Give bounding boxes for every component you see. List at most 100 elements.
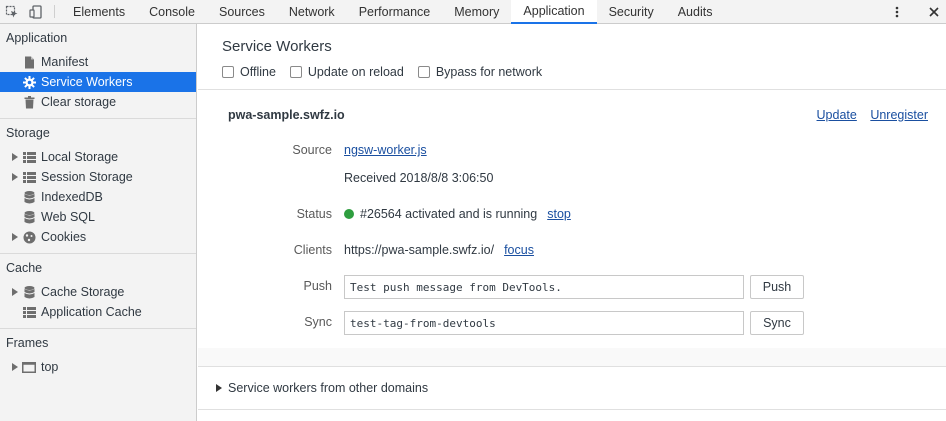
expand-arrow-icon[interactable] xyxy=(10,363,20,371)
tab-memory[interactable]: Memory xyxy=(442,0,511,23)
devtools-toolbar: Elements Console Sources Network Perform… xyxy=(0,0,946,24)
tab-elements[interactable]: Elements xyxy=(61,0,137,23)
push-message-input[interactable] xyxy=(344,275,744,299)
unregister-link[interactable]: Unregister xyxy=(870,108,928,122)
sidebar-item-label: Session Storage xyxy=(41,170,133,184)
push-button[interactable]: Push xyxy=(750,275,804,299)
sync-tag-input[interactable] xyxy=(344,311,744,335)
table-grid-icon xyxy=(22,305,36,319)
sidebar-item-manifest[interactable]: Manifest xyxy=(0,52,196,72)
tab-application[interactable]: Application xyxy=(511,0,597,24)
sidebar-section-cache: Cache Cache Storage Application Cache xyxy=(0,254,196,329)
clients-value: https://pwa-sample.swfz.io/ focus xyxy=(344,243,534,257)
sync-label: Sync xyxy=(304,315,332,329)
tab-sources[interactable]: Sources xyxy=(207,0,277,23)
sidebar-item-web-sql[interactable]: Web SQL xyxy=(0,207,196,227)
options-row: Offline Update on reload Bypass for netw… xyxy=(222,65,556,79)
sidebar-item-label: top xyxy=(41,360,59,374)
tab-performance[interactable]: Performance xyxy=(347,0,443,23)
clients-url: https://pwa-sample.swfz.io/ xyxy=(344,243,495,257)
sidebar-section-application: Application Manifest Service Workers Cle… xyxy=(0,24,196,119)
offline-label: Offline xyxy=(240,65,276,79)
status-running-indicator xyxy=(344,209,354,219)
table-grid-icon xyxy=(22,170,36,184)
sidebar-item-cookies[interactable]: Cookies xyxy=(0,227,196,247)
source-label: Source xyxy=(292,143,332,157)
inspect-element-icon[interactable] xyxy=(0,0,24,23)
focus-link[interactable]: focus xyxy=(504,243,534,257)
push-label: Push xyxy=(303,279,333,293)
sidebar-section-storage: Storage Local Storage Session Storage In… xyxy=(0,119,196,254)
update-on-reload-label: Update on reload xyxy=(307,65,404,79)
sidebar-item-application-cache[interactable]: Application Cache xyxy=(0,302,196,322)
database-icon xyxy=(22,285,36,299)
expand-arrow-icon[interactable] xyxy=(10,153,20,161)
update-on-reload-option[interactable]: Update on reload xyxy=(289,65,404,79)
section-gap xyxy=(198,348,946,366)
toolbar-divider xyxy=(54,5,55,18)
expand-arrow-icon[interactable] xyxy=(216,384,222,392)
sidebar-item-label: IndexedDB xyxy=(41,190,103,204)
table-grid-icon xyxy=(22,150,36,164)
clients-label: Clients xyxy=(293,243,332,257)
gear-icon xyxy=(22,75,36,89)
source-file-link[interactable]: ngsw-worker.js xyxy=(344,143,427,157)
trash-icon xyxy=(22,95,36,109)
close-icon[interactable] xyxy=(922,0,946,23)
tab-security[interactable]: Security xyxy=(597,0,666,23)
cookie-icon xyxy=(22,230,36,244)
tab-console[interactable]: Console xyxy=(137,0,207,23)
stop-link[interactable]: stop xyxy=(547,207,571,221)
sidebar-item-session-storage[interactable]: Session Storage xyxy=(0,167,196,187)
worker-actions: Update Unregister xyxy=(807,108,928,122)
worker-origin: pwa-sample.swfz.io xyxy=(228,108,345,122)
section-divider xyxy=(198,89,946,90)
sidebar-header-storage: Storage xyxy=(6,126,50,140)
bypass-for-network-option[interactable]: Bypass for network xyxy=(417,65,543,79)
bypass-for-network-label: Bypass for network xyxy=(435,65,543,79)
bypass-for-network-checkbox[interactable] xyxy=(417,66,430,78)
document-icon xyxy=(22,55,36,69)
page-title: Service Workers xyxy=(222,38,332,55)
offline-checkbox[interactable] xyxy=(222,66,234,78)
sidebar-item-label: Cookies xyxy=(41,230,87,244)
sidebar-item-clear-storage[interactable]: Clear storage xyxy=(0,92,196,112)
other-domains-section[interactable]: Service workers from other domains xyxy=(198,366,946,410)
sidebar-item-label: Cache Storage xyxy=(41,285,125,299)
update-on-reload-checkbox[interactable] xyxy=(289,66,302,78)
sidebar-header-frames: Frames xyxy=(6,336,49,350)
expand-arrow-icon[interactable] xyxy=(10,233,20,241)
sidebar-item-label: Service Workers xyxy=(41,75,133,89)
sidebar: Application Manifest Service Workers Cle… xyxy=(0,24,197,421)
sidebar-item-indexeddb[interactable]: IndexedDB xyxy=(0,187,196,207)
service-workers-panel: Service Workers Offline Update on reload… xyxy=(198,24,946,421)
sidebar-item-label: Application Cache xyxy=(41,305,142,319)
sidebar-item-label: Manifest xyxy=(41,55,89,69)
sidebar-header-cache: Cache xyxy=(6,261,43,275)
sidebar-item-local-storage[interactable]: Local Storage xyxy=(0,147,196,167)
tab-audits[interactable]: Audits xyxy=(666,0,725,23)
sidebar-item-label: Web SQL xyxy=(41,210,95,224)
sidebar-header-application: Application xyxy=(6,31,68,45)
device-toolbar-icon[interactable] xyxy=(24,0,48,23)
sidebar-section-frames: Frames top xyxy=(0,329,196,383)
sync-button[interactable]: Sync xyxy=(750,311,804,335)
status-text: #26564 activated and is running xyxy=(360,207,538,221)
expand-arrow-icon[interactable] xyxy=(10,288,20,296)
sidebar-item-service-workers[interactable]: Service Workers xyxy=(0,72,196,92)
sidebar-item-label: Clear storage xyxy=(41,95,117,109)
database-icon xyxy=(22,190,36,204)
source-value: ngsw-worker.js xyxy=(344,143,427,157)
tab-network[interactable]: Network xyxy=(277,0,347,23)
other-domains-label: Service workers from other domains xyxy=(228,381,429,395)
update-link[interactable]: Update xyxy=(817,108,857,122)
status-label: Status xyxy=(296,207,332,221)
sidebar-item-frame-top[interactable]: top xyxy=(0,357,196,377)
expand-arrow-icon[interactable] xyxy=(10,173,20,181)
kebab-menu-icon[interactable] xyxy=(885,0,909,23)
sidebar-item-cache-storage[interactable]: Cache Storage xyxy=(0,282,196,302)
offline-option[interactable]: Offline xyxy=(222,65,276,79)
database-icon xyxy=(22,210,36,224)
frame-icon xyxy=(22,360,36,374)
status-value: #26564 activated and is running stop xyxy=(344,207,571,221)
